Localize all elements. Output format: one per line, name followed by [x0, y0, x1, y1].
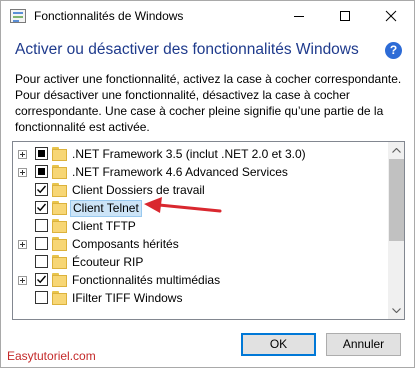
feature-label[interactable]: Écouteur RIP: [70, 255, 145, 270]
folder-icon: [52, 291, 67, 305]
windows-features-icon: [10, 9, 26, 23]
scroll-up-button[interactable]: [388, 142, 404, 159]
chevron-up-icon: [392, 148, 401, 153]
maximize-button[interactable]: [322, 1, 368, 32]
feature-row[interactable]: IFilter TIFF Windows: [13, 289, 388, 307]
chevron-down-icon: [392, 308, 401, 313]
folder-icon: [52, 183, 67, 197]
features-tree[interactable]: .NET Framework 3.5 (inclut .NET 2.0 et 3…: [12, 141, 405, 320]
dialog-window: Fonctionnalités de Windows Activer ou dé…: [0, 0, 415, 368]
feature-label[interactable]: Client Dossiers de travail: [70, 183, 207, 198]
maximize-icon: [340, 11, 350, 21]
expand-plus-icon[interactable]: [18, 168, 27, 177]
folder-icon: [52, 255, 67, 269]
title-bar: Fonctionnalités de Windows: [1, 1, 414, 32]
folder-icon: [52, 219, 67, 233]
expand-plus-icon[interactable]: [18, 240, 27, 249]
cancel-button[interactable]: Annuler: [326, 333, 401, 356]
feature-checkbox[interactable]: [35, 291, 48, 304]
scroll-thumb[interactable]: [389, 159, 404, 241]
feature-label[interactable]: Composants hérités: [70, 237, 181, 252]
ok-button[interactable]: OK: [241, 333, 316, 356]
expand-plus-icon[interactable]: [18, 276, 27, 285]
feature-checkbox[interactable]: [35, 183, 48, 196]
folder-icon: [52, 273, 67, 287]
folder-icon: [52, 165, 67, 179]
minimize-icon: [294, 16, 304, 17]
folder-icon: [52, 147, 67, 161]
close-button[interactable]: [368, 1, 414, 32]
feature-checkbox[interactable]: [35, 165, 48, 178]
close-icon: [385, 10, 397, 22]
instructions-text: Pour activer une fonctionnalité, activez…: [15, 72, 402, 134]
feature-label[interactable]: IFilter TIFF Windows: [70, 291, 184, 306]
feature-row[interactable]: Composants hérités: [13, 235, 388, 253]
feature-checkbox[interactable]: [35, 273, 48, 286]
annotation-arrow-icon: [144, 197, 222, 213]
scroll-down-button[interactable]: [388, 302, 404, 319]
feature-row[interactable]: Client TFTP: [13, 217, 388, 235]
feature-label[interactable]: Client TFTP: [70, 219, 138, 234]
watermark: Easytutoriel.com: [7, 349, 96, 363]
feature-label[interactable]: Client Telnet: [70, 200, 142, 217]
feature-label[interactable]: .NET Framework 3.5 (inclut .NET 2.0 et 3…: [70, 147, 308, 162]
feature-label[interactable]: Fonctionnalités multimédias: [70, 273, 222, 288]
feature-row[interactable]: .NET Framework 4.6 Advanced Services: [13, 163, 388, 181]
vertical-scrollbar[interactable]: [388, 142, 404, 319]
feature-checkbox[interactable]: [35, 255, 48, 268]
feature-checkbox[interactable]: [35, 219, 48, 232]
dialog-heading: Activer ou désactiver des fonctionnalité…: [15, 41, 359, 58]
window-title: Fonctionnalités de Windows: [34, 9, 184, 23]
feature-checkbox[interactable]: [35, 147, 48, 160]
help-icon[interactable]: ?: [385, 42, 402, 59]
feature-checkbox[interactable]: [35, 201, 48, 214]
folder-icon: [52, 237, 67, 251]
minimize-button[interactable]: [276, 1, 322, 32]
feature-label[interactable]: .NET Framework 4.6 Advanced Services: [70, 165, 290, 180]
folder-icon: [52, 201, 67, 215]
expand-plus-icon[interactable]: [18, 150, 27, 159]
feature-checkbox[interactable]: [35, 237, 48, 250]
feature-row[interactable]: Écouteur RIP: [13, 253, 388, 271]
feature-row[interactable]: Fonctionnalités multimédias: [13, 271, 388, 289]
feature-row[interactable]: .NET Framework 3.5 (inclut .NET 2.0 et 3…: [13, 145, 388, 163]
features-list: .NET Framework 3.5 (inclut .NET 2.0 et 3…: [13, 145, 388, 307]
